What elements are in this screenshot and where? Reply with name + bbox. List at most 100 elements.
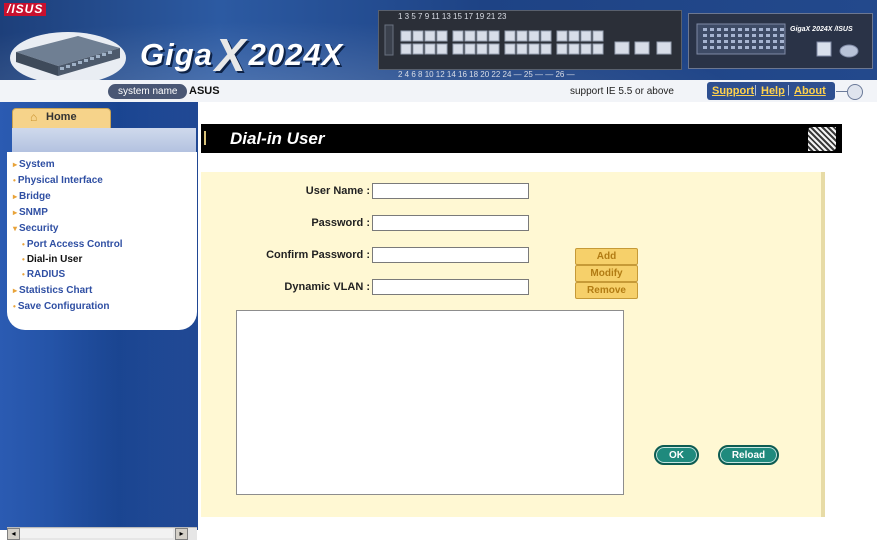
mini-port-icon [752, 28, 756, 31]
link-separator: | [787, 84, 790, 96]
asus-logo: /ISUS [4, 3, 47, 16]
add-button[interactable]: Add [575, 248, 638, 265]
sidebar-item-label: Port Access Control [26, 239, 123, 250]
mini-port-icon [724, 46, 728, 49]
uplink-port-icon [634, 41, 650, 55]
mini-port-icon [745, 40, 749, 43]
sidebar-item-system[interactable]: ▸ System [13, 159, 55, 170]
port-numbers-top: 1 3 5 7 9 11 13 15 17 19 21 23 [398, 12, 507, 21]
port-bottom-icon [424, 43, 436, 55]
port-top-icon [540, 30, 552, 42]
mini-port-icon [766, 40, 770, 43]
scroll-left-arrow-icon[interactable]: ◂ [7, 528, 20, 540]
menu-bullet-icon: • [22, 270, 25, 279]
browser-support-note: support IE 5.5 or above [570, 86, 674, 97]
mini-port-icon [780, 34, 784, 37]
sidebar-item-security[interactable]: ▾ Security [13, 223, 58, 234]
sidebar-item-label: Security [19, 223, 59, 234]
mini-port-icon [738, 46, 742, 49]
home-icon: ⌂ [30, 110, 38, 124]
mini-port-icon [752, 34, 756, 37]
mini-port-icon [752, 40, 756, 43]
mini-port-icon [710, 46, 714, 49]
support-link[interactable]: Support [712, 85, 754, 97]
port-bottom-icon [580, 43, 592, 55]
sidebar-item-snmp[interactable]: ▸ SNMP [13, 207, 48, 218]
sidebar-item-bridge[interactable]: ▸ Bridge [13, 191, 51, 202]
mini-port-icon [724, 28, 728, 31]
mini-port-icon [759, 46, 763, 49]
help-link[interactable]: Help [761, 85, 785, 97]
port-bottom-icon [568, 43, 580, 55]
mini-port-icon [752, 46, 756, 49]
port-bottom-icon [556, 43, 568, 55]
mini-port-icon [745, 34, 749, 37]
dynamic-vlan-input[interactable] [372, 279, 529, 295]
mini-port-icon [773, 34, 777, 37]
scrollbar-track[interactable] [20, 529, 173, 538]
mini-port-icon [731, 40, 735, 43]
remove-button[interactable]: Remove [575, 282, 638, 299]
dynamic-vlan-label: Dynamic VLAN : [284, 281, 370, 293]
switch-mini-panel [688, 13, 873, 69]
system-name-label: system name [108, 84, 188, 99]
port-top-icon [488, 30, 500, 42]
confirm-password-input[interactable] [372, 247, 529, 263]
mini-port-icon [745, 46, 749, 49]
sidebar-item-radius[interactable]: • RADIUS [22, 269, 65, 280]
port-bottom-icon [400, 43, 412, 55]
scroll-right-arrow-icon[interactable]: ▸ [175, 528, 188, 540]
mini-port-icon [731, 34, 735, 37]
port-bottom-icon [476, 43, 488, 55]
user-name-input[interactable] [372, 183, 529, 199]
ok-button[interactable]: OK [654, 445, 699, 465]
mini-port-icon [780, 46, 784, 49]
port-top-icon [516, 30, 528, 42]
sidebar-item-dial-in-user[interactable]: • Dial-in User [22, 254, 82, 265]
mini-port-icon [766, 34, 770, 37]
mini-port-icon [731, 28, 735, 31]
mini-port-icon [717, 46, 721, 49]
menu-header-band [12, 128, 196, 152]
sidebar-item-label: System [19, 159, 55, 170]
about-link[interactable]: About [794, 85, 826, 97]
port-bottom-icon [504, 43, 516, 55]
mini-port-icon [745, 28, 749, 31]
title-bullet-icon [204, 131, 216, 145]
port-bottom-icon [592, 43, 604, 55]
product-name-x: X [214, 29, 247, 81]
reload-button[interactable]: Reload [718, 445, 779, 465]
menu-bullet-icon: ▸ [13, 208, 18, 217]
password-input[interactable] [372, 215, 529, 231]
port-bottom-icon [464, 43, 476, 55]
form-panel-edge [821, 172, 825, 517]
port-top-icon [592, 30, 604, 42]
menu-bullet-icon: • [13, 302, 16, 311]
sidebar-item-statistics-chart[interactable]: ▸ Statistics Chart [13, 285, 92, 296]
uplink-port-icon [656, 41, 672, 55]
port-top-icon [476, 30, 488, 42]
confirm-password-label: Confirm Password : [266, 249, 370, 261]
mini-port-icon [766, 28, 770, 31]
menu-bullet-icon: • [13, 176, 16, 185]
sidebar-item-label: SNMP [19, 207, 48, 218]
dial-in-user-list[interactable] [236, 310, 624, 495]
sidebar-item-save-configuration[interactable]: • Save Configuration [13, 301, 110, 312]
led-column [384, 24, 394, 56]
mini-port-icon [724, 40, 728, 43]
sidebar-item-physical-interface[interactable]: • Physical Interface [13, 175, 103, 186]
modify-button[interactable]: Modify [575, 265, 638, 282]
port-top-icon [400, 30, 412, 42]
menu-bullet-icon: ▸ [13, 160, 18, 169]
mini-panel-graphic [696, 23, 859, 58]
mini-port-icon [717, 40, 721, 43]
port-top-icon [568, 30, 580, 42]
refresh-round-button[interactable] [847, 84, 863, 100]
mini-port-icon [738, 40, 742, 43]
port-top-icon [580, 30, 592, 42]
home-label[interactable]: Home [46, 111, 77, 123]
port-bottom-icon [452, 43, 464, 55]
port-numbers-bottom: 2 4 6 8 10 12 14 16 18 20 22 24 — 25 — —… [398, 70, 575, 79]
port-bottom-icon [488, 43, 500, 55]
sidebar-item-port-access-control[interactable]: • Port Access Control [22, 239, 123, 250]
